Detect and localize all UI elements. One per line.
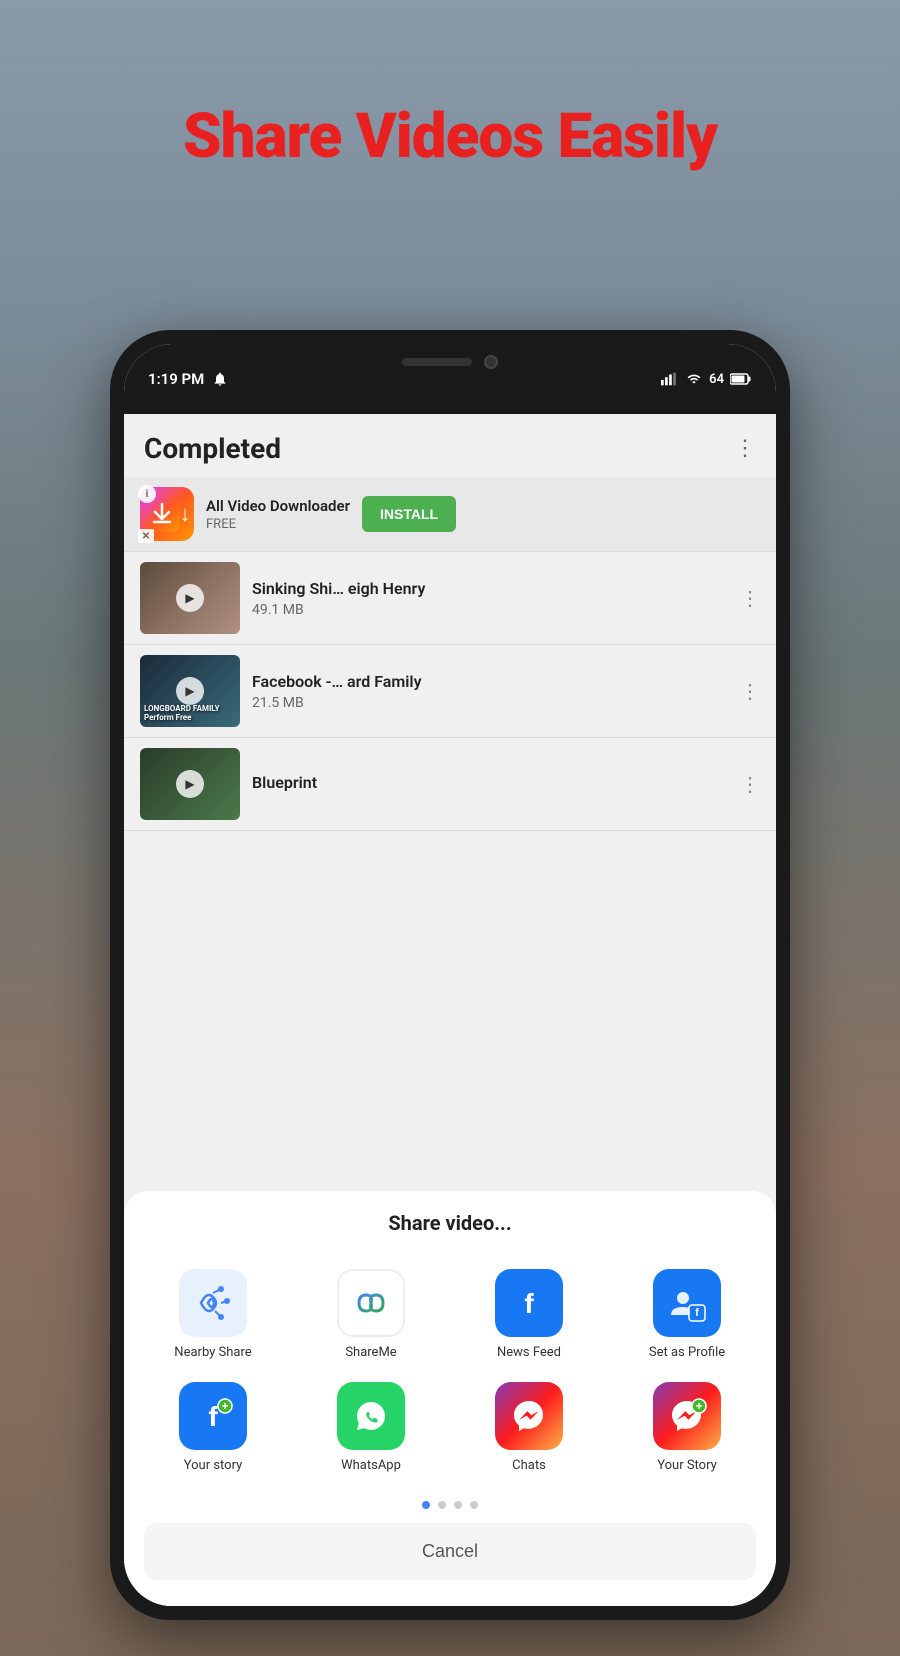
facebook-icon-svg: f — [507, 1281, 551, 1325]
video-thumbnail-3: ▶ — [140, 748, 240, 820]
share-item-nearby[interactable]: Nearby Share — [134, 1259, 292, 1372]
share-grid: Nearby Share — [124, 1259, 776, 1485]
status-right: 64 — [661, 372, 752, 387]
nearby-share-label: Nearby Share — [174, 1345, 251, 1362]
video-name-1: Sinking Shi… eigh Henry — [252, 579, 728, 598]
messenger-icon-svg — [507, 1394, 551, 1438]
phone-inner: 1:19 PM — [124, 344, 776, 1606]
ad-app-name: All Video Downloader — [206, 497, 350, 515]
share-title: Share video... — [124, 1211, 776, 1235]
video-info-3: Blueprint — [252, 773, 728, 796]
chats-label: Chats — [512, 1458, 546, 1475]
svg-text:f: f — [524, 1288, 534, 1319]
screen-title: Completed — [144, 432, 281, 465]
svg-text:f: f — [208, 1401, 218, 1432]
video-thumbnail-1: ▶ — [140, 562, 240, 634]
share-item-set-profile[interactable]: f Set as Profile — [608, 1259, 766, 1372]
front-camera — [484, 355, 498, 369]
share-item-news-feed[interactable]: f News Feed — [450, 1259, 608, 1372]
chats-icon — [495, 1382, 563, 1450]
page-indicator — [124, 1485, 776, 1523]
signal-icon — [661, 372, 679, 386]
page-title: Share Videos Easily — [0, 100, 900, 173]
thumb-label-2: LONGBOARD FAMILYPerform Free — [144, 704, 220, 723]
ad-meta: All Video Downloader FREE — [206, 497, 350, 532]
dot-4 — [470, 1501, 478, 1509]
cancel-button[interactable]: Cancel — [144, 1523, 756, 1580]
your-story-fb-icon-svg: f + — [191, 1394, 235, 1438]
video-item-3: ▶ Blueprint ⋮ — [124, 738, 776, 831]
video-size-2: 21.5 MB — [252, 695, 728, 711]
dot-3 — [454, 1501, 462, 1509]
status-left: 1:19 PM — [148, 370, 228, 388]
bell-icon — [212, 371, 228, 387]
whatsapp-label: WhatsApp — [341, 1458, 401, 1475]
set-profile-label: Set as Profile — [649, 1345, 725, 1362]
status-bar: 1:19 PM — [124, 344, 776, 414]
phone-screen: Completed ⋮ — [124, 414, 776, 1606]
shareme-icon-svg — [349, 1281, 393, 1325]
ad-banner: i ✕ All Video Downloader FREE INSTALL — [124, 477, 776, 552]
your-story-messenger-icon: + — [653, 1382, 721, 1450]
whatsapp-icon — [337, 1382, 405, 1450]
phone-frame: 1:19 PM — [110, 330, 790, 1620]
share-sheet: Share video... — [124, 1191, 776, 1606]
share-item-shareme[interactable]: ShareMe — [292, 1259, 450, 1372]
svg-text:+: + — [221, 1399, 228, 1413]
play-button-3[interactable]: ▶ — [176, 770, 204, 798]
your-story-messenger-icon-svg: + — [665, 1394, 709, 1438]
video-options-2[interactable]: ⋮ — [740, 679, 760, 703]
video-options-3[interactable]: ⋮ — [740, 772, 760, 796]
more-options-button[interactable]: ⋮ — [734, 436, 756, 461]
nearby-share-icon — [179, 1269, 247, 1337]
your-story-messenger-label: Your Story — [657, 1458, 717, 1475]
ad-info-icon[interactable]: i — [138, 485, 156, 503]
share-item-your-story-messenger[interactable]: + Your Story — [608, 1372, 766, 1485]
nearby-icon-svg — [193, 1283, 233, 1323]
share-item-whatsapp[interactable]: WhatsApp — [292, 1372, 450, 1485]
video-name-2: Facebook -… ard Family — [252, 672, 728, 691]
battery-icon — [730, 372, 752, 386]
ad-app-subtitle: FREE — [206, 517, 350, 532]
share-item-chats[interactable]: Chats — [450, 1372, 608, 1485]
install-button[interactable]: INSTALL — [362, 496, 456, 532]
dot-2 — [438, 1501, 446, 1509]
video-info-2: Facebook -… ard Family 21.5 MB — [252, 672, 728, 711]
video-size-1: 49.1 MB — [252, 602, 728, 618]
svg-text:f: f — [695, 1307, 699, 1319]
video-item: ▶ Sinking Shi… eigh Henry 49.1 MB ⋮ — [124, 552, 776, 645]
dot-1 — [422, 1501, 430, 1509]
battery-level: 64 — [709, 372, 724, 387]
your-story-fb-label: Your story — [184, 1458, 243, 1475]
video-name-3: Blueprint — [252, 773, 728, 792]
play-button-1[interactable]: ▶ — [176, 584, 204, 612]
notch — [360, 344, 540, 380]
share-item-your-story-fb[interactable]: f + Your story — [134, 1372, 292, 1485]
time-display: 1:19 PM — [148, 370, 204, 388]
play-button-2[interactable]: ▶ — [176, 677, 204, 705]
video-info-1: Sinking Shi… eigh Henry 49.1 MB — [252, 579, 728, 618]
set-profile-icon-svg: f — [665, 1281, 709, 1325]
whatsapp-icon-svg — [349, 1394, 393, 1438]
news-feed-label: News Feed — [497, 1345, 561, 1362]
shareme-icon — [337, 1269, 405, 1337]
video-thumbnail-2: ▶ LONGBOARD FAMILYPerform Free — [140, 655, 240, 727]
video-item-2: ▶ LONGBOARD FAMILYPerform Free Facebook … — [124, 645, 776, 738]
speaker — [402, 358, 472, 366]
svg-text:+: + — [695, 1399, 702, 1413]
video-options-1[interactable]: ⋮ — [740, 586, 760, 610]
wifi-icon — [685, 372, 703, 386]
news-feed-icon: f — [495, 1269, 563, 1337]
shareme-label: ShareMe — [345, 1345, 396, 1362]
set-profile-icon: f — [653, 1269, 721, 1337]
ad-close-icon[interactable]: ✕ — [138, 529, 154, 543]
your-story-fb-icon: f + — [179, 1382, 247, 1450]
screen-header: Completed ⋮ — [124, 414, 776, 477]
